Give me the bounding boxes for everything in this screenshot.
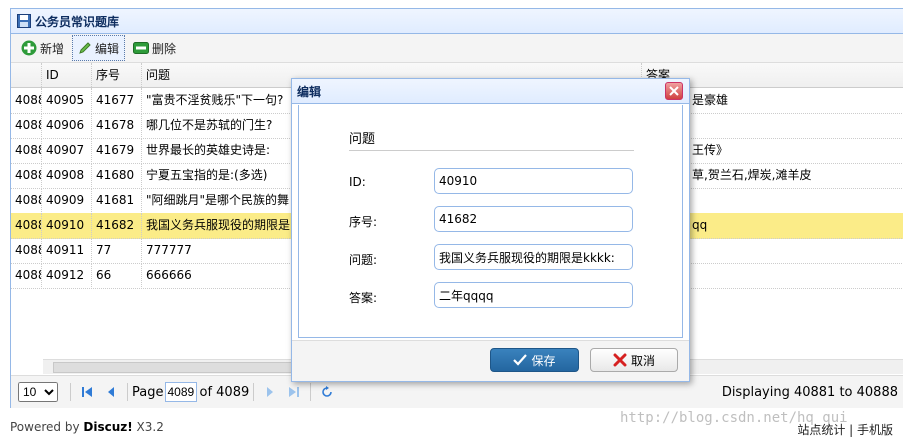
seq-cell: 41678 [92,113,142,137]
answer-label: 答案: [349,291,378,305]
footer-links[interactable]: 站点统计 | 手机版 [797,421,893,438]
powered-prefix: Powered by [10,420,84,434]
edit-dialog: 编辑 问题 ID: 序号: 问题: 答案: 保存 取消 [291,78,690,382]
add-icon [21,40,37,56]
id-cell: 40908 [42,163,92,187]
seq-cell: 77 [92,238,142,262]
add-button[interactable]: 新增 [15,35,70,61]
delete-button[interactable]: 删除 [127,35,182,61]
page-total: of 4089 [199,384,250,400]
page-number-input[interactable] [165,382,198,402]
row-number-cell: 4088 [11,188,42,212]
pencil-icon [79,42,91,54]
id-cell: 40906 [42,113,92,137]
pager-separator [70,383,71,401]
seq-field[interactable] [434,206,633,232]
dialog-title: 编辑 [297,84,322,99]
question-field[interactable] [434,244,633,270]
next-page-icon[interactable] [262,384,278,400]
id-cell: 40911 [42,238,92,262]
seq-label: 序号: [349,215,378,229]
powered-brand[interactable]: Discuz! [83,420,132,434]
id-label: ID: [349,175,366,189]
delete-label: 删除 [152,41,177,56]
save-button[interactable]: 保存 [490,348,579,372]
prev-page-icon[interactable] [103,384,119,400]
powered-by: Powered by Discuz! X3.2 [10,420,164,434]
cancel-label: 取消 [630,353,655,368]
seq-cell: 41680 [92,163,142,187]
display-range-text: Displaying 40881 to 40888 [721,384,898,400]
row-number-cell: 4088 [11,238,42,262]
seq-cell: 41681 [92,188,142,212]
dialog-body: 问题 ID: 序号: 问题: 答案: [298,105,683,338]
edit-label: 编辑 [95,41,120,56]
remove-icon [133,42,150,54]
cross-icon [613,353,627,367]
column-header-id[interactable]: ID [42,63,92,87]
id-cell: 40910 [42,213,92,237]
id-cell: 40909 [42,188,92,212]
rownum-header [11,63,42,87]
answer-field[interactable] [434,282,633,308]
dialog-header: 编辑 [292,79,689,104]
id-field[interactable] [434,168,633,194]
dialog-footer: 保存 取消 [292,340,689,381]
row-number-cell: 4088 [11,113,42,137]
id-cell: 40912 [42,263,92,287]
id-cell: 40907 [42,138,92,162]
row-number-cell: 4088 [11,138,42,162]
save-disk-icon [17,14,31,28]
seq-cell: 66 [92,263,142,287]
row-number-cell: 4088 [11,263,42,287]
id-cell: 40905 [42,88,92,112]
add-label: 新增 [40,41,65,56]
page-size-select[interactable]: 10 [18,382,58,402]
row-number-cell: 4088 [11,88,42,112]
checkmark-icon [513,354,528,366]
panel-header: 公务员常识题库 [11,9,903,34]
save-label: 保存 [531,353,556,368]
seq-cell: 41677 [92,88,142,112]
row-number-cell: 4088 [11,163,42,187]
seq-cell: 41679 [92,138,142,162]
form-title: 问题 [349,128,634,151]
column-header-seq[interactable]: 序号 [92,63,142,87]
edit-button[interactable]: 编辑 [72,35,126,61]
first-page-icon[interactable] [79,384,95,400]
panel-title: 公务员常识题库 [35,14,120,29]
cancel-button[interactable]: 取消 [590,348,678,372]
last-page-icon[interactable] [286,384,302,400]
pager-separator [253,383,255,401]
pager-separator [127,383,128,401]
question-label: 问题: [349,253,378,267]
refresh-icon[interactable] [319,384,335,400]
row-number-cell: 4088 [11,213,42,237]
close-icon[interactable] [665,82,683,100]
pager-separator [310,383,312,401]
page-label: Page [132,384,164,400]
toolbar: 新增 编辑 删除 [11,34,903,63]
powered-version: X3.2 [132,420,164,434]
seq-cell: 41682 [92,213,142,237]
